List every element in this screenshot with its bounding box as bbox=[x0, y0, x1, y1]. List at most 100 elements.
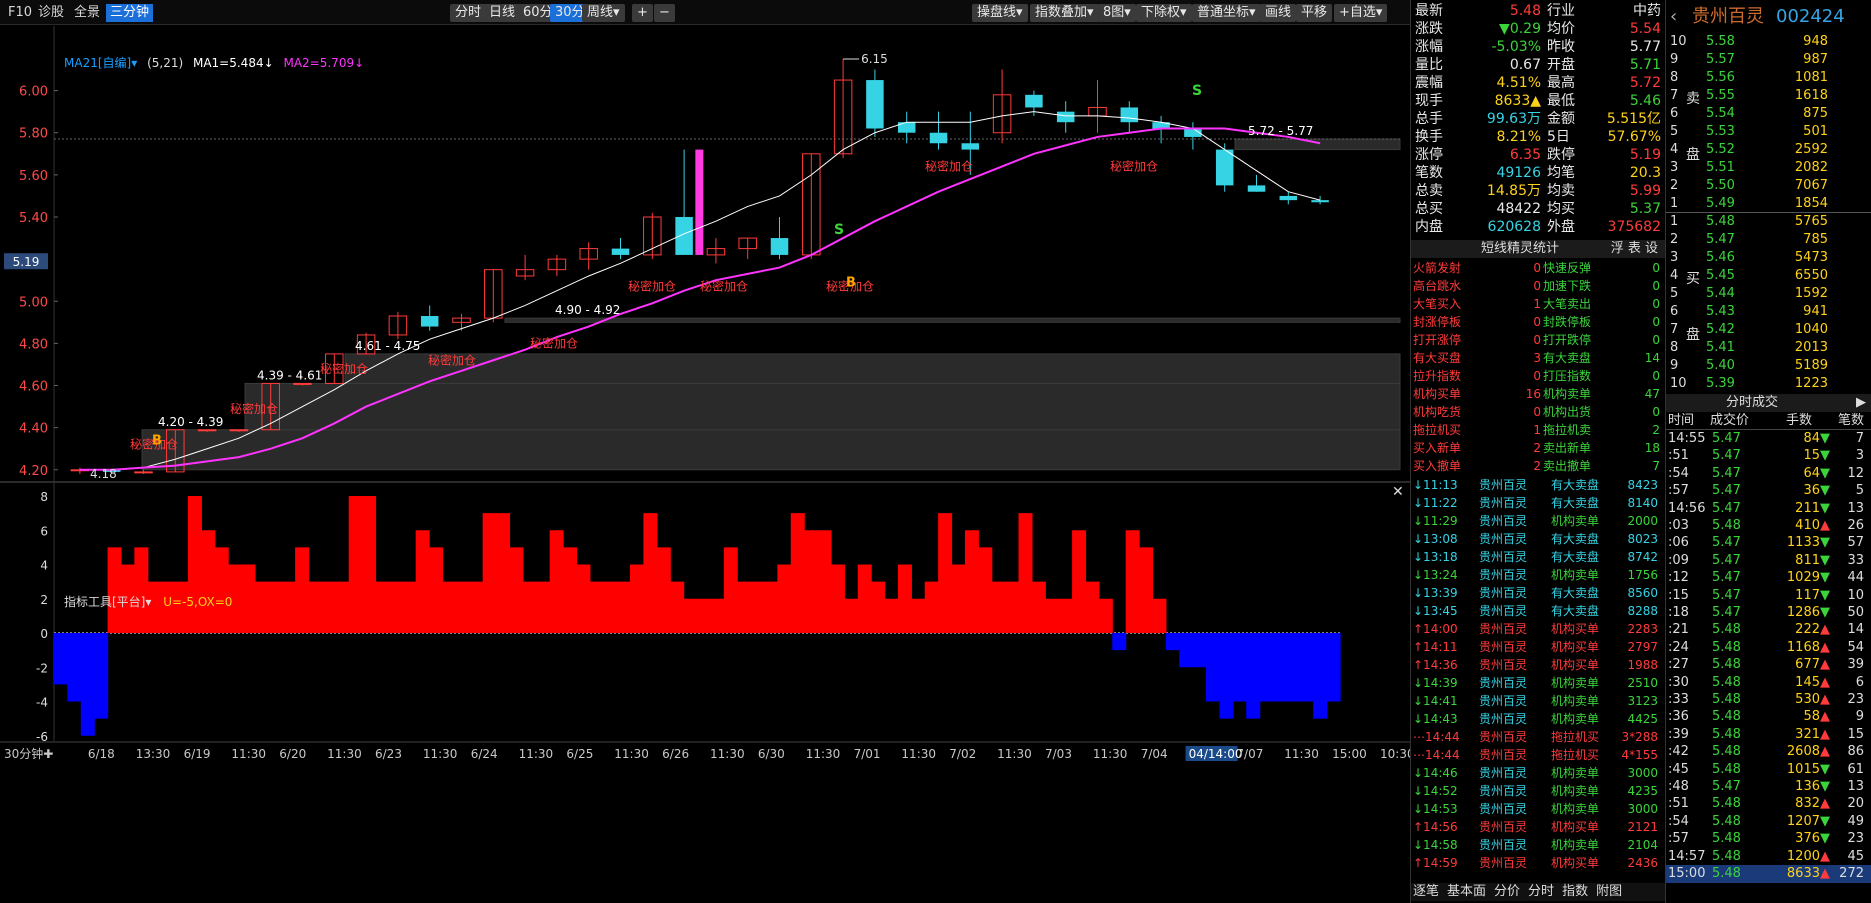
elf-event-row[interactable]: ↑14:59 贵州百灵 机构买单 2436 bbox=[1411, 854, 1666, 872]
candlestick-chart[interactable]: 6.00 5.80 5.60 5.40 5.19 5.00 4.80 4.60 4.40 4.20… bbox=[0, 26, 1410, 903]
sell-level-row[interactable]: 9 5.57 987 bbox=[1666, 51, 1871, 69]
pan-button[interactable]: 平移 bbox=[1296, 4, 1333, 22]
elf-event-row[interactable]: ↓14:46 贵州百灵 机构卖单 3000 bbox=[1411, 764, 1666, 782]
overview-button[interactable]: 全景 bbox=[70, 4, 104, 22]
sell-level-row[interactable]: 10 5.58 948 bbox=[1666, 33, 1871, 51]
period-weekly[interactable]: 周线▾ bbox=[582, 4, 625, 22]
trade-row[interactable]: :12 5.47 1029▼ 44 bbox=[1666, 569, 1871, 587]
footer-tab[interactable]: 逐笔 bbox=[1413, 884, 1439, 899]
trade-row[interactable]: 14:55 5.47 84▼ 7 bbox=[1666, 430, 1871, 448]
elf-event-row[interactable]: ↓14:52 贵州百灵 机构卖单 4235 bbox=[1411, 782, 1666, 800]
trade-row[interactable]: :21 5.48 222▲ 14 bbox=[1666, 621, 1871, 639]
elf-event-row[interactable]: ↓13:24 贵州百灵 机构卖单 1756 bbox=[1411, 566, 1666, 584]
eight-charts-menu[interactable]: 8图▾ bbox=[1098, 4, 1136, 22]
prev-stock-icon[interactable]: ‹ bbox=[1670, 8, 1677, 26]
trade-row[interactable]: 15:00 5.48 8633▲ 272 bbox=[1666, 865, 1871, 883]
elf-stat-row[interactable]: 有大买盘 3 有大卖盘 14 bbox=[1411, 349, 1666, 367]
footer-tab[interactable]: 分时 bbox=[1528, 884, 1554, 899]
elf-header[interactable]: 短线精灵统计 浮 表 设 bbox=[1411, 240, 1666, 258]
elf-event-row[interactable]: ↓13:39 贵州百灵 有大卖盘 8560 bbox=[1411, 584, 1666, 602]
sell-level-row[interactable]: 2 5.50 7067 bbox=[1666, 177, 1871, 195]
trade-row[interactable]: :18 5.47 1286▼ 50 bbox=[1666, 604, 1871, 622]
f10-button[interactable]: F10 bbox=[4, 4, 36, 22]
trade-row[interactable]: :33 5.48 530▲ 23 bbox=[1666, 691, 1871, 709]
buy-level-row[interactable]: 3 5.46 5473 bbox=[1666, 249, 1871, 267]
elf-stat-row[interactable]: 打开涨停 0 打开跌停 0 bbox=[1411, 331, 1666, 349]
trading-line-menu[interactable]: 操盘线▾ bbox=[972, 4, 1028, 22]
elf-event-row[interactable]: ↓14:53 贵州百灵 机构卖单 3000 bbox=[1411, 800, 1666, 818]
elf-event-row[interactable]: ↓11:13 贵州百灵 有大卖盘 8423 bbox=[1411, 476, 1666, 494]
buy-level-row[interactable]: 10 5.39 1223 bbox=[1666, 375, 1871, 393]
elf-event-row[interactable]: ↓14:41 贵州百灵 机构卖单 3123 bbox=[1411, 692, 1666, 710]
elf-event-row[interactable]: ⋯14:44 贵州百灵 拖拉机买 3*288 bbox=[1411, 728, 1666, 746]
trade-row[interactable]: :54 5.48 1207▼ 49 bbox=[1666, 813, 1871, 831]
expand-icon[interactable]: ▶ bbox=[1856, 394, 1866, 412]
elf-stat-row[interactable]: 封涨停板 0 封跌停板 0 bbox=[1411, 313, 1666, 331]
trade-row[interactable]: :15 5.47 117▼ 10 bbox=[1666, 587, 1871, 605]
sell-level-row[interactable]: 8 5.56 1081 bbox=[1666, 69, 1871, 87]
trade-row[interactable]: :39 5.48 321▲ 15 bbox=[1666, 726, 1871, 744]
elf-stat-row[interactable]: 拖拉机买 1 拖拉机卖 2 bbox=[1411, 421, 1666, 439]
trade-row[interactable]: :09 5.47 811▼ 33 bbox=[1666, 552, 1871, 570]
trade-row[interactable]: 14:57 5.48 1200▲ 45 bbox=[1666, 848, 1871, 866]
sell-level-row[interactable]: 1 5.49 1854 bbox=[1666, 195, 1871, 213]
ma-selector[interactable]: MA21[自编]▾ bbox=[64, 56, 137, 70]
buy-level-row[interactable]: 1 5.48 5765 bbox=[1666, 213, 1871, 231]
trade-row[interactable]: :42 5.48 2608▲ 86 bbox=[1666, 743, 1871, 761]
zoom-out-button[interactable]: − bbox=[654, 4, 675, 22]
period-daily[interactable]: 日线 bbox=[484, 4, 521, 22]
elf-event-row[interactable]: ↓14:39 贵州百灵 机构卖单 2510 bbox=[1411, 674, 1666, 692]
elf-event-row[interactable]: ↓11:29 贵州百灵 机构卖单 2000 bbox=[1411, 512, 1666, 530]
trade-row[interactable]: :24 5.48 1168▲ 54 bbox=[1666, 639, 1871, 657]
index-overlay-menu[interactable]: 指数叠加▾ bbox=[1030, 4, 1099, 22]
elf-stat-row[interactable]: 买入新单 2 卖出新单 18 bbox=[1411, 439, 1666, 457]
zoom-in-button[interactable]: + bbox=[632, 4, 653, 22]
period-intraday[interactable]: 分时 bbox=[450, 4, 487, 22]
draw-line-button[interactable]: 画线 bbox=[1260, 4, 1297, 22]
elf-stat-row[interactable]: 大笔买入 1 大笔卖出 0 bbox=[1411, 295, 1666, 313]
trade-row[interactable]: :30 5.48 145▲ 6 bbox=[1666, 674, 1871, 692]
trade-row[interactable]: :51 5.47 15▼ 3 bbox=[1666, 447, 1871, 465]
elf-event-row[interactable]: ⋯14:44 贵州百灵 拖拉机买 4*155 bbox=[1411, 746, 1666, 764]
trade-row[interactable]: :57 5.47 36▼ 5 bbox=[1666, 482, 1871, 500]
elf-event-row[interactable]: ↑14:11 贵州百灵 机构买单 2797 bbox=[1411, 638, 1666, 656]
trade-row[interactable]: :51 5.48 832▲ 20 bbox=[1666, 795, 1871, 813]
elf-stat-row[interactable]: 机构吃货 0 机构出货 0 bbox=[1411, 403, 1666, 421]
indicator-tool-selector[interactable]: 指标工具[平台]▾ bbox=[64, 595, 151, 609]
diagnose-button[interactable]: 诊股 bbox=[34, 4, 68, 22]
elf-event-row[interactable]: ↓11:22 贵州百灵 有大卖盘 8140 bbox=[1411, 494, 1666, 512]
trades-title[interactable]: 分时成交 ▶ bbox=[1666, 394, 1871, 412]
footer-tab[interactable]: 基本面 bbox=[1447, 884, 1486, 899]
watchlist-menu[interactable]: +自选▾ bbox=[1334, 4, 1388, 22]
elf-stat-row[interactable]: 机构买单 16 机构卖单 47 bbox=[1411, 385, 1666, 403]
trade-row[interactable]: :06 5.47 1133▼ 57 bbox=[1666, 534, 1871, 552]
elf-event-row[interactable]: ↓14:43 贵州百灵 机构卖单 4425 bbox=[1411, 710, 1666, 728]
elf-stat-row[interactable]: 高台跳水 0 加速下跌 0 bbox=[1411, 277, 1666, 295]
trade-row[interactable]: 14:56 5.47 211▼ 13 bbox=[1666, 500, 1871, 518]
elf-stat-row[interactable]: 拉升指数 0 打压指数 0 bbox=[1411, 367, 1666, 385]
ex-right-menu[interactable]: 下除权▾ bbox=[1136, 4, 1192, 22]
trade-row[interactable]: :03 5.48 410▲ 26 bbox=[1666, 517, 1871, 535]
trade-row[interactable]: :36 5.48 58▲ 9 bbox=[1666, 708, 1871, 726]
elf-event-row[interactable]: ↑14:00 贵州百灵 机构买单 2283 bbox=[1411, 620, 1666, 638]
trade-row[interactable]: :27 5.48 677▲ 39 bbox=[1666, 656, 1871, 674]
buy-level-row[interactable]: 9 5.40 5189 bbox=[1666, 357, 1871, 375]
footer-tab[interactable]: 附图 bbox=[1596, 884, 1622, 899]
elf-event-row[interactable]: ↓13:18 贵州百灵 有大卖盘 8742 bbox=[1411, 548, 1666, 566]
elf-stat-row[interactable]: 火箭发射 0 快速反弹 0 bbox=[1411, 259, 1666, 277]
chart-area[interactable]: 6.00 5.80 5.60 5.40 5.19 5.00 4.80 4.60 4.40 4.20… bbox=[0, 26, 1410, 903]
elf-event-row[interactable]: ↓13:45 贵州百灵 有大卖盘 8288 bbox=[1411, 602, 1666, 620]
elf-tabs[interactable]: 浮 表 设 bbox=[1611, 240, 1658, 258]
elf-stat-row[interactable]: 买入撤单 2 卖出撤单 7 bbox=[1411, 457, 1666, 475]
buy-level-row[interactable]: 2 5.47 785 bbox=[1666, 231, 1871, 249]
elf-event-row[interactable]: ↑14:36 贵州百灵 机构买单 1988 bbox=[1411, 656, 1666, 674]
elf-event-row[interactable]: ↓14:58 贵州百灵 机构卖单 2104 bbox=[1411, 836, 1666, 854]
trade-row[interactable]: :54 5.47 64▼ 12 bbox=[1666, 465, 1871, 483]
footer-tab[interactable]: 分价 bbox=[1494, 884, 1520, 899]
trade-row[interactable]: :48 5.47 136▼ 13 bbox=[1666, 778, 1871, 796]
elf-event-row[interactable]: ↓13:08 贵州百灵 有大卖盘 8023 bbox=[1411, 530, 1666, 548]
coordinate-menu[interactable]: 普通坐标▾ bbox=[1192, 4, 1261, 22]
trade-row[interactable]: :45 5.48 1015▼ 61 bbox=[1666, 761, 1871, 779]
trade-row[interactable]: :57 5.48 376▼ 23 bbox=[1666, 830, 1871, 848]
sell-level-row[interactable]: 5 5.53 501 bbox=[1666, 123, 1871, 141]
